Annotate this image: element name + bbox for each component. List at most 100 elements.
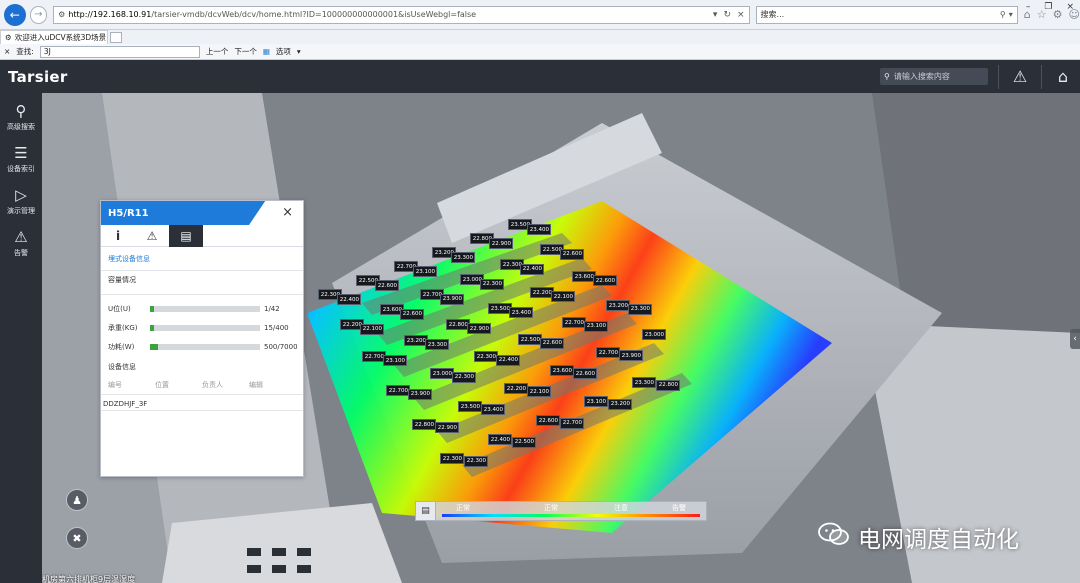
rack-temperature-label[interactable]: 23.500	[458, 401, 482, 412]
capacity-value: 1/42	[264, 304, 280, 313]
rack-temperature-label[interactable]: 22.700	[560, 417, 584, 429]
rack-temperature-label[interactable]: 23.400	[481, 404, 505, 415]
rack-temperature-label[interactable]: 22.800	[656, 379, 680, 391]
rack-temperature-label[interactable]: 22.400	[337, 294, 361, 305]
find-next-button[interactable]: 下一个	[234, 46, 257, 57]
home-button-icon[interactable]: ⌂	[1052, 67, 1074, 86]
rack-temperature-label[interactable]: 23.100	[584, 320, 608, 332]
tab-info[interactable]: i	[101, 225, 135, 247]
find-options-button[interactable]: 选项	[276, 46, 291, 57]
refresh-icon[interactable]: ↻	[723, 10, 731, 20]
rack-temperature-label[interactable]: 22.600	[375, 280, 399, 291]
find-input[interactable]: 3J	[39, 45, 200, 58]
rack-temperature-label[interactable]: 23.300	[628, 303, 652, 315]
capacity-bar-fill	[150, 324, 155, 331]
wechat-logo-icon	[818, 522, 849, 545]
rack-temperature-label[interactable]: 22.300	[452, 371, 476, 383]
new-tab-button[interactable]	[110, 32, 122, 43]
rack-temperature-value: 23.200	[610, 401, 630, 407]
panel-header-decoration	[249, 201, 303, 225]
rack-temperature-label[interactable]: 23.600	[550, 365, 574, 376]
sidebar-item-device-index[interactable]: ☰ 设备索引	[0, 139, 42, 179]
collapse-right-arrow-icon[interactable]: ‹	[1070, 329, 1080, 349]
rack-temperature-value: 23.200	[406, 337, 426, 344]
back-button[interactable]: ←	[4, 3, 26, 26]
rack-temperature-label[interactable]: 22.600	[573, 368, 597, 379]
rack-temperature-label[interactable]: 23.300	[451, 252, 475, 263]
rack-temperature-label[interactable]: 23.300	[425, 339, 449, 350]
browser-search-input[interactable]: 搜索... ⚲ ▾	[755, 5, 1018, 24]
rack-temperature-label[interactable]: 22.300	[480, 278, 504, 290]
maximize-icon[interactable]: ❐	[1044, 2, 1052, 12]
rack-temperature-label[interactable]: 22.400	[496, 354, 520, 366]
rack-temperature-label[interactable]: 23.000	[642, 329, 666, 340]
browser-tab[interactable]: ⚙ 欢迎进入uDCV系统3D场景...	[0, 30, 108, 44]
app-search-input[interactable]: ⚲ 请输入搜索内容	[880, 68, 988, 85]
rack-temperature-label[interactable]: 23.100	[383, 355, 407, 366]
rack-temperature-value: 23.600	[574, 273, 594, 280]
rack-temperature-label[interactable]: 22.600	[536, 415, 560, 426]
tab-document[interactable]: ▤	[169, 225, 203, 247]
sidebar-item-alarm[interactable]: ⚠ 告警	[0, 223, 42, 263]
reset-view-icon[interactable]: ✖	[66, 527, 88, 549]
rack-temperature-label[interactable]: 23.300	[632, 377, 656, 388]
rack-temperature-label[interactable]: 22.700	[596, 347, 620, 358]
rack-temperature-label[interactable]: 23.200	[606, 300, 630, 311]
rack-temperature-label[interactable]: 23.000	[430, 368, 454, 379]
rack-temperature-label[interactable]: 23.900	[619, 350, 643, 361]
warning-icon[interactable]: ⚠	[1009, 67, 1031, 86]
dropdown-icon[interactable]: ▾	[713, 10, 718, 20]
rack-temperature-label[interactable]: 22.400	[488, 434, 512, 445]
rack-temperature-label[interactable]: 22.900	[489, 238, 513, 249]
walk-mode-icon[interactable]: ♟	[66, 489, 88, 511]
legend-toggle-icon[interactable]: ▤	[416, 502, 436, 520]
search-icon[interactable]: ⚲	[1000, 10, 1006, 19]
rack-temperature-label[interactable]: 22.300	[464, 455, 488, 467]
sidebar-item-label: 设备索引	[7, 164, 35, 173]
rack-temperature-label[interactable]: 23.400	[509, 307, 533, 318]
embedded-device-link[interactable]: 埋式设备信息	[108, 254, 303, 264]
rack-temperature-label[interactable]: 22.500	[512, 436, 536, 448]
rack-temperature-label[interactable]: 22.100	[551, 291, 575, 302]
rack-temperature-label[interactable]: 23.100	[413, 266, 437, 277]
rack-temperature-label[interactable]: 22.600	[560, 248, 584, 260]
device-table-header: 编号 位置 负责人 编辑	[101, 378, 303, 392]
rack-temperature-label[interactable]: 22.400	[520, 263, 544, 275]
rack-temperature-label[interactable]: 22.900	[467, 323, 491, 334]
rack-temperature-label[interactable]: 23.900	[440, 293, 464, 305]
rack-temperature-label[interactable]: 22.600	[593, 275, 617, 286]
temperature-legend: ▤ 正常 正常 注意 告警	[415, 501, 707, 521]
rack-temperature-label[interactable]: 22.700	[386, 385, 410, 396]
rack-temperature-label[interactable]: 23.400	[527, 224, 551, 235]
rack-temperature-label[interactable]: 22.600	[400, 308, 424, 320]
find-prev-button[interactable]: 上一个	[206, 46, 229, 57]
rack-temperature-label[interactable]: 22.100	[360, 323, 384, 335]
options-dropdown-icon[interactable]: ▾	[297, 47, 301, 56]
forward-button[interactable]: →	[29, 5, 48, 24]
rack-temperature-label[interactable]: 22.200	[504, 383, 528, 394]
rack-temperature-label[interactable]: 22.300	[440, 453, 464, 464]
warning-icon: ⚠	[146, 229, 158, 243]
find-close-icon[interactable]: ×	[4, 47, 10, 56]
close-icon[interactable]: ×	[737, 10, 745, 20]
window-close-icon[interactable]: ×	[1066, 2, 1074, 12]
rack-temperature-label[interactable]: 22.900	[435, 422, 459, 433]
minimize-icon[interactable]: –	[1026, 2, 1031, 12]
rack-temperature-label[interactable]: 22.100	[527, 386, 551, 397]
rack-temperature-label[interactable]: 23.200	[608, 398, 632, 410]
rack-temperature-value: 22.700	[388, 387, 408, 394]
rack-temperature-label[interactable]: 22.700	[562, 317, 586, 328]
rack-temperature-label[interactable]: 22.600	[540, 337, 564, 349]
rack-temperature-label[interactable]: 23.100	[584, 396, 608, 407]
search-dropdown-icon[interactable]: ▾	[1009, 10, 1013, 19]
table-row[interactable]: DDZDHJF_3F	[101, 397, 303, 411]
rack-temperature-label[interactable]: 23.900	[408, 388, 432, 400]
url-input[interactable]: ⚙ http://192.168.10.91 /tarsier-vmdb/dcv…	[53, 5, 750, 24]
rack-temperature-label[interactable]: 22.300	[474, 351, 498, 362]
tab-alarm[interactable]: ⚠	[135, 225, 169, 247]
panel-close-icon[interactable]: ×	[282, 205, 293, 220]
sidebar-item-advanced-search[interactable]: ⚲ 高级搜索	[0, 97, 42, 137]
rack-temperature-label[interactable]: 22.500	[518, 334, 542, 345]
sidebar-item-presentation[interactable]: ▷ 演示管理	[0, 181, 42, 221]
rack-temperature-label[interactable]: 22.800	[412, 419, 436, 430]
